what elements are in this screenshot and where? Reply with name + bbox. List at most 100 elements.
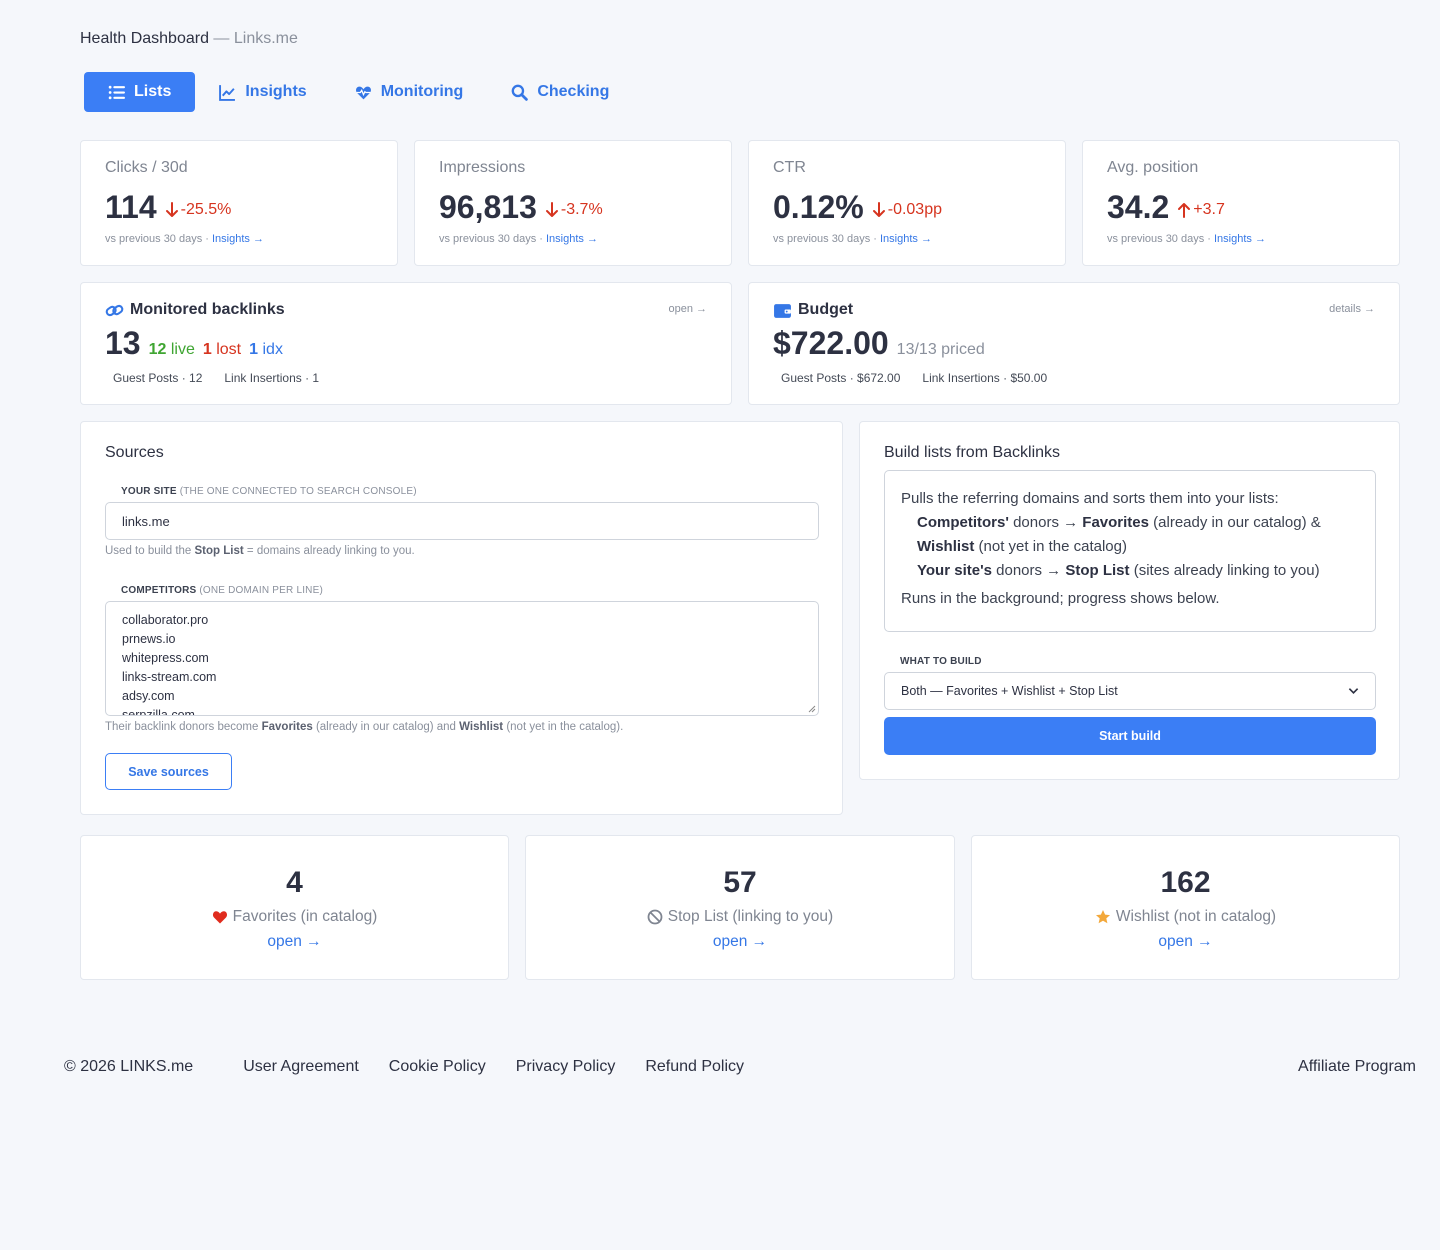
backlinks-lost-count: 1 <box>202 341 212 358</box>
metric-sub: vs previous 30 days · Insights → <box>773 233 932 245</box>
what-to-build-value: Both — Favorites + Wishlist + Stop List <box>901 684 1118 698</box>
competitor-line: collaborator.pro <box>122 613 209 627</box>
budget-summary: $722.00 13/13 priced <box>773 325 985 362</box>
favorites-label: Favorites (in catalog) <box>81 908 508 926</box>
footer-link-affiliate[interactable]: Affiliate Program <box>1298 1058 1416 1076</box>
footer-link-cookie-policy[interactable]: Cookie Policy <box>389 1058 486 1076</box>
save-sources-button[interactable]: Save sources <box>105 753 232 790</box>
arrow-down-icon <box>165 202 178 217</box>
your-site-value: links.me <box>122 513 170 529</box>
metric-value: 34.2 <box>1107 189 1170 225</box>
competitors-help-post: (not yet in the catalog). <box>503 721 624 733</box>
competitors-help: Their backlink donors become Favorites (… <box>105 721 623 733</box>
your-site-help-post: = domains already linking to you. <box>243 545 415 557</box>
page-title: Health Dashboard — Links.me <box>80 30 298 48</box>
competitors-help-wishlist: Wishlist <box>459 721 504 733</box>
build-l2-t2: (sites already linking to you) <box>1129 562 1320 579</box>
metric-label: Clicks / 30d <box>105 159 188 176</box>
tab-checking[interactable]: Checking <box>487 72 633 112</box>
metric-delta: -25.5% <box>165 201 231 219</box>
favorites-card: 4 Favorites (in catalog) open → <box>80 835 509 980</box>
build-outro: Runs in the background; progress shows b… <box>901 590 1220 607</box>
competitors-label: Competitors (one domain per line) <box>121 585 323 596</box>
metric-delta-value: -3.7% <box>560 201 603 218</box>
backlinks-summary: 13 12 live 1 lost 1 idx <box>105 325 283 362</box>
build-l2-t1: donors → <box>991 562 1066 579</box>
budget-amount: $722.00 <box>773 325 889 361</box>
metric-label: CTR <box>773 159 806 176</box>
backlinks-card: Monitored backlinks open → 13 12 live 1 … <box>80 282 732 405</box>
competitors-label-text: Competitors <box>121 585 197 596</box>
build-l1-b3: Wishlist <box>917 538 975 555</box>
stop-list-count: 57 <box>723 866 757 899</box>
build-l2-b1: Your site's <box>917 562 992 579</box>
stop-list-card: 57 Stop List (linking to you) open → <box>525 835 955 980</box>
search-icon <box>511 84 529 101</box>
metric-value-row: 96,813 -3.7% <box>439 189 603 226</box>
budget-link-insertions: Link Insertions · $50.00 <box>922 371 1048 385</box>
what-to-build-select[interactable]: Both — Favorites + Wishlist + Stop List <box>884 672 1376 710</box>
budget-details-link[interactable]: details → <box>1329 303 1375 315</box>
competitors-label-note: (one domain per line) <box>199 585 324 596</box>
your-site-help-pre: Used to build the <box>105 545 195 557</box>
backlinks-open-link[interactable]: open → <box>668 303 707 315</box>
favorites-open-link[interactable]: open → <box>81 933 508 951</box>
build-title: Build lists from Backlinks <box>884 444 1061 461</box>
metric-value: 114 <box>105 189 157 225</box>
what-to-build-label: What to build <box>900 656 982 667</box>
build-l1-t2: (already in our catalog) & <box>1148 514 1321 531</box>
insights-link[interactable]: Insights → <box>546 233 598 245</box>
favorites-count: 4 <box>286 866 303 899</box>
stop-list-open-link[interactable]: open → <box>526 933 954 951</box>
sources-card: Sources Your site (the one connected to … <box>80 421 843 815</box>
your-site-label-text: Your site <box>121 486 177 497</box>
backlinks-idx: 1 idx <box>249 341 283 359</box>
line-chart-icon <box>219 84 236 101</box>
insights-link[interactable]: Insights → <box>212 233 264 245</box>
metric-label: Avg. position <box>1107 159 1199 176</box>
wishlist-label: Wishlist (not in catalog) <box>972 908 1399 926</box>
metric-delta: -3.7% <box>545 201 603 219</box>
your-site-help: Used to build the Stop List = domains al… <box>105 545 415 557</box>
resize-handle-icon[interactable] <box>808 705 816 713</box>
wishlist-open-link[interactable]: open → <box>972 933 1399 951</box>
budget-title: Budget <box>773 301 853 319</box>
tab-insights[interactable]: Insights <box>195 72 330 112</box>
metric-sub: vs previous 30 days · Insights → <box>105 233 264 245</box>
your-site-input[interactable]: links.me <box>105 502 819 540</box>
tab-monitoring[interactable]: Monitoring <box>331 72 488 112</box>
build-card: Build lists from Backlinks Pulls the ref… <box>859 421 1400 780</box>
backlinks-live-label: live <box>170 341 195 358</box>
metric-label: Impressions <box>439 159 526 176</box>
footer-link-refund-policy[interactable]: Refund Policy <box>645 1058 744 1076</box>
build-l1-t3: (not yet in the catalog) <box>974 538 1127 555</box>
build-line-your-site: Your site's donors → Stop List (sites al… <box>901 559 1359 583</box>
metric-delta: -0.03pp <box>872 201 942 219</box>
build-l2-b2: Stop List <box>1065 562 1130 579</box>
metric-card-clicks: Clicks / 30d 114 -25.5% vs previous 30 d… <box>80 140 398 266</box>
metric-card-ctr: CTR 0.12% -0.03pp vs previous 30 days · … <box>748 140 1066 266</box>
build-intro: Pulls the referring domains and sorts th… <box>901 490 1279 507</box>
footer-link-user-agreement[interactable]: User Agreement <box>243 1058 359 1076</box>
competitors-textarea[interactable]: collaborator.pro prnews.io whitepress.co… <box>105 601 819 716</box>
tab-checking-label: Checking <box>537 83 610 100</box>
start-build-button[interactable]: Start build <box>884 717 1376 755</box>
star-icon <box>1095 910 1110 924</box>
metric-sub: vs previous 30 days · Insights → <box>1107 233 1266 245</box>
page-title-separator: — <box>208 30 234 47</box>
competitors-help-favorites: Favorites <box>261 721 313 733</box>
metric-value-row: 0.12% -0.03pp <box>773 189 942 226</box>
backlinks-title: Monitored backlinks <box>105 301 285 319</box>
tab-lists[interactable]: Lists <box>84 72 196 112</box>
metric-value-row: 34.2 +3.7 <box>1107 189 1225 226</box>
insights-link[interactable]: Insights → <box>880 233 932 245</box>
backlinks-live: 12 live <box>149 341 195 359</box>
footer-link-privacy-policy[interactable]: Privacy Policy <box>516 1058 616 1076</box>
link-icon <box>105 304 124 316</box>
wallet-icon <box>774 303 791 318</box>
insights-link[interactable]: Insights → <box>1214 233 1266 245</box>
backlinks-lost: 1 lost <box>203 341 241 359</box>
arrow-down-icon <box>872 202 885 217</box>
tab-bar: Lists Insights Monitoring Checking <box>84 72 633 112</box>
metric-value: 96,813 <box>439 189 537 225</box>
